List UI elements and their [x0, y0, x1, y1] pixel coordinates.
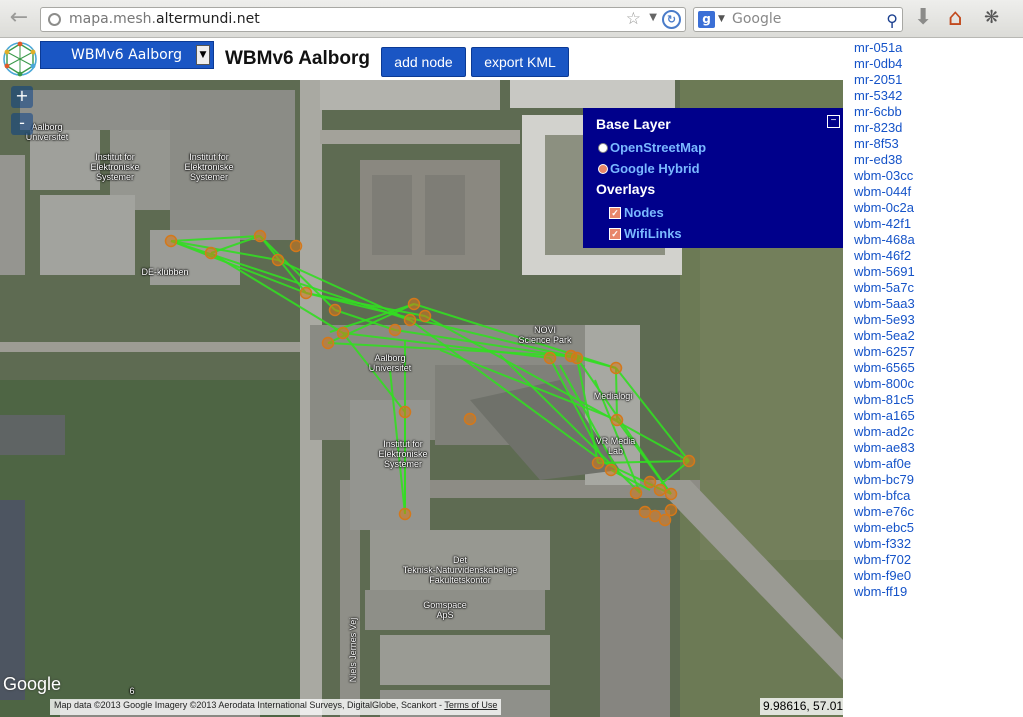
export-kml-button[interactable]: export KML	[471, 47, 569, 77]
bookmark-star-icon[interactable]: ☆	[626, 9, 641, 29]
node-link[interactable]: wbm-ebc5	[854, 520, 1023, 536]
map-label-vr-media-lab: VR Media Lab	[595, 436, 636, 456]
map-label-medialogi: Medialogi	[593, 391, 633, 401]
node-link[interactable]: mr-8f53	[854, 136, 1023, 152]
download-arrow-icon[interactable]: ⬇	[914, 6, 932, 30]
search-icon[interactable]: ⚲	[886, 11, 898, 30]
node-link[interactable]: wbm-f702	[854, 552, 1023, 568]
node-link[interactable]: wbm-42f1	[854, 216, 1023, 232]
map-header: WBMv6 Aalborg ▼ WBMv6 Aalborg add node e…	[0, 38, 843, 80]
node-link[interactable]: wbm-800c	[854, 376, 1023, 392]
page-title: WBMv6 Aalborg	[225, 48, 370, 69]
url-prefix: mapa.mesh.	[69, 11, 157, 27]
node-link[interactable]: mr-823d	[854, 120, 1023, 136]
map-label-aalborg-universitet-mid: Aalborg Universitet	[368, 353, 412, 373]
node-link[interactable]: wbm-5ea2	[854, 328, 1023, 344]
node-link[interactable]: wbm-bfca	[854, 488, 1023, 504]
engine-dropdown-icon[interactable]: ▼	[718, 14, 725, 24]
node-link[interactable]: mr-2051	[854, 72, 1023, 88]
map-viewport[interactable]: Aalborg Universitet Institut for Elektroni…	[0, 80, 843, 717]
overlay-wifilinks[interactable]: ✓ WifiLinks	[609, 226, 682, 241]
reload-icon[interactable]: ↻	[662, 10, 681, 29]
node-link[interactable]: wbm-5a7c	[854, 280, 1023, 296]
url-text[interactable]: mapa.mesh.altermundi.net	[69, 11, 260, 27]
radio-selected-icon[interactable]	[598, 164, 608, 174]
node-link[interactable]: wbm-044f	[854, 184, 1023, 200]
node-link[interactable]: wbm-ff19	[854, 584, 1023, 600]
layer-openstreetmap[interactable]: OpenStreetMap	[598, 140, 707, 155]
overlay-wifilinks-label: WifiLinks	[624, 226, 682, 241]
layer-openstreetmap-label: OpenStreetMap	[610, 140, 707, 155]
altermundi-logo-icon	[3, 41, 37, 77]
zoom-in-button[interactable]: +	[11, 86, 33, 108]
map-label-novi: NOVI Science Park	[518, 325, 572, 345]
overlay-nodes-label: Nodes	[624, 205, 664, 220]
node-link[interactable]: wbm-5691	[854, 264, 1023, 280]
node-link[interactable]: wbm-5e93	[854, 312, 1023, 328]
dropdown-arrow-icon[interactable]: ▼	[196, 45, 210, 65]
history-dropdown-icon[interactable]: ▼	[649, 12, 657, 23]
google-logo[interactable]: Google	[3, 674, 61, 695]
home-icon[interactable]: ⌂	[948, 5, 963, 31]
overlays-heading: Overlays	[596, 181, 656, 197]
map-label-institut-3: Institut for Elektroniske Systemer	[378, 439, 428, 469]
url-bar[interactable]: mapa.mesh.altermundi.net ☆ ▼ ↻	[40, 7, 686, 32]
base-layer-heading: Base Layer	[596, 116, 671, 132]
globe-icon	[48, 13, 61, 26]
node-link[interactable]: wbm-e76c	[854, 504, 1023, 520]
google-engine-icon[interactable]: g	[698, 11, 715, 28]
node-link[interactable]: wbm-f9e0	[854, 568, 1023, 584]
node-link[interactable]: wbm-6565	[854, 360, 1023, 376]
minimize-icon[interactable]: −	[827, 115, 840, 128]
checkbox-checked-icon[interactable]: ✓	[609, 207, 621, 219]
node-link[interactable]: mr-051a	[854, 40, 1023, 56]
node-link[interactable]: wbm-f332	[854, 536, 1023, 552]
map-label-street-number: 6	[129, 686, 135, 696]
url-host: altermundi.net	[156, 11, 260, 27]
map-attribution: Map data ©2013 Google Imagery ©2013 Aero…	[50, 699, 502, 715]
checkbox-checked-icon[interactable]: ✓	[609, 228, 621, 240]
node-link[interactable]: wbm-6257	[854, 344, 1023, 360]
layer-google-hybrid-label: Google Hybrid	[610, 161, 700, 176]
search-bar[interactable]: g ▼ Google ⚲	[693, 7, 903, 32]
attribution-text: Map data ©2013 Google Imagery ©2013 Aero…	[54, 700, 445, 710]
map-label-gomspace: Gomspace ApS	[423, 600, 467, 620]
layer-google-hybrid[interactable]: Google Hybrid	[598, 161, 700, 176]
node-link[interactable]: mr-5342	[854, 88, 1023, 104]
node-link[interactable]: wbm-ad2c	[854, 424, 1023, 440]
layer-switcher: − Base Layer OpenStreetMap Google Hybrid…	[583, 108, 843, 248]
node-link[interactable]: wbm-46f2	[854, 248, 1023, 264]
overlay-nodes[interactable]: ✓ Nodes	[609, 205, 664, 220]
node-link[interactable]: wbm-bc79	[854, 472, 1023, 488]
node-link[interactable]: wbm-03cc	[854, 168, 1023, 184]
map-label-street: Niels Jernes Vej	[348, 617, 358, 683]
node-link[interactable]: wbm-81c5	[854, 392, 1023, 408]
node-link[interactable]: wbm-ae83	[854, 440, 1023, 456]
add-node-button[interactable]: add node	[381, 47, 466, 77]
radio-icon[interactable]	[598, 143, 608, 153]
node-link[interactable]: wbm-af0e	[854, 456, 1023, 472]
browser-toolbar: ← mapa.mesh.altermundi.net ☆ ▼ ↻ g ▼ Goo…	[0, 0, 1023, 38]
addon-bug-icon[interactable]: ❋	[984, 7, 999, 29]
node-link[interactable]: wbm-0c2a	[854, 200, 1023, 216]
network-select[interactable]: WBMv6 Aalborg ▼	[40, 41, 214, 69]
node-link[interactable]: mr-ed38	[854, 152, 1023, 168]
node-link[interactable]: wbm-a165	[854, 408, 1023, 424]
map-label-det-teknisk: Det Teknisk-Naturvidenskabelige Fakultetsk…	[402, 555, 518, 585]
map-label-de-klubben: DE-klubben	[141, 267, 189, 277]
zoom-out-button[interactable]: -	[11, 113, 33, 135]
mouse-position-readout: 9.98616, 57.01432	[760, 698, 843, 715]
node-list: mr-051a mr-0db4 mr-2051 mr-5342 mr-6cbb mr-82…	[843, 38, 1023, 717]
search-placeholder: Google	[732, 11, 782, 27]
back-arrow-icon[interactable]: ←	[4, 6, 34, 32]
network-select-value: WBMv6 Aalborg	[71, 47, 183, 63]
terms-of-use-link[interactable]: Terms of Use	[444, 700, 497, 710]
node-link[interactable]: wbm-468a	[854, 232, 1023, 248]
node-link[interactable]: mr-0db4	[854, 56, 1023, 72]
map-label-institut-2: Institut for Elektroniske Systemer	[184, 152, 234, 182]
map-label-institut-1: Institut for Elektroniske Systemer	[90, 152, 140, 182]
node-link[interactable]: mr-6cbb	[854, 104, 1023, 120]
node-link[interactable]: wbm-5aa3	[854, 296, 1023, 312]
